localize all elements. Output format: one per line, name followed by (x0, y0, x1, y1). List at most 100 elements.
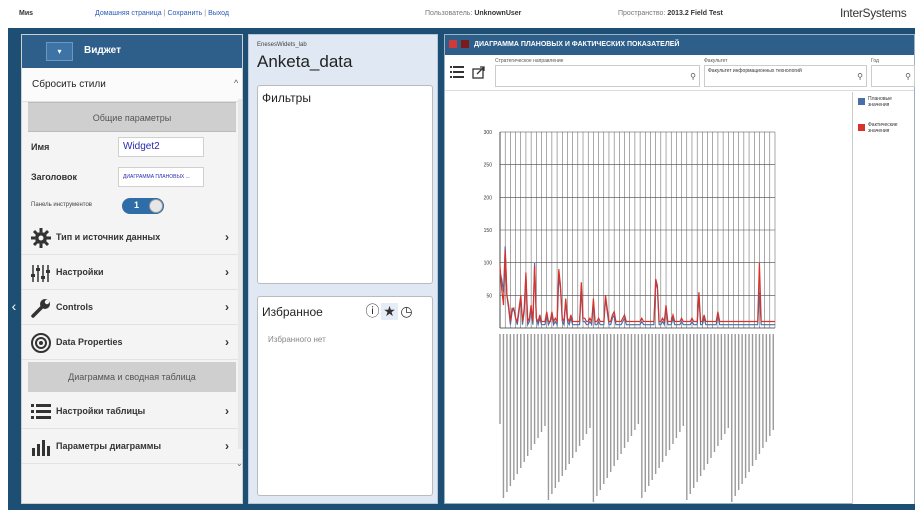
favorites-empty-text: Избранного нет (268, 335, 326, 344)
legend-item[interactable]: Фактические значения (853, 122, 914, 144)
filter-year: Год ⚲ (871, 58, 915, 87)
wrench-icon (31, 299, 50, 318)
x-tick-label (506, 334, 508, 492)
legend-swatch (858, 124, 865, 131)
save-link[interactable]: Сохранить (167, 10, 202, 17)
filter-input[interactable]: ⚲ (495, 65, 700, 87)
x-tick-label (499, 334, 501, 424)
general-section-header: Общие параметры (28, 102, 236, 132)
chart-widget: ДИАГРАММА ПЛАНОВЫХ И ФАКТИЧЕСКИХ ПОКАЗАТ… (444, 34, 915, 504)
data-source-name: Anketa_data (257, 52, 353, 71)
filters-box[interactable]: Фильтры (257, 85, 433, 284)
x-tick-label (520, 334, 522, 468)
x-tick-label (613, 334, 615, 466)
caret-down-icon[interactable]: ⌄ (236, 459, 242, 468)
filter-input[interactable]: Факультет информационных технологий ⚲ (704, 65, 867, 87)
x-tick-label (713, 334, 716, 452)
header-input[interactable]: ДИАГРАММА ПЛАНОВЫХ ... (118, 167, 204, 187)
widget-panel-header: ▾ Виджет (22, 35, 242, 68)
name-input[interactable]: Widget2 (118, 137, 204, 157)
star-icon[interactable]: ★ (381, 303, 398, 320)
x-tick-label (717, 334, 719, 446)
search-icon[interactable]: ⚲ (690, 72, 696, 81)
list-icon (31, 404, 51, 419)
x-tick-label (675, 334, 678, 438)
sliders-icon (31, 265, 50, 282)
menu-item-settings[interactable]: Настройки › (22, 255, 242, 290)
menu-item-data-source[interactable]: Тип и источник данных › (22, 220, 242, 255)
x-tick-label (634, 334, 636, 430)
x-tick-label (765, 334, 768, 442)
x-tick-label (526, 334, 529, 456)
x-tick-label (603, 334, 605, 484)
menu-item-data-properties[interactable]: Data Properties › (22, 325, 242, 360)
legend-label: Фактические значения (868, 122, 898, 134)
search-icon[interactable]: ⚲ (857, 72, 863, 81)
x-tick-label (696, 334, 698, 482)
chevron-right-icon: › (225, 335, 229, 349)
info-icon[interactable]: ⓘ (364, 301, 381, 321)
y-tick-label: 50 (486, 293, 492, 299)
legend-item[interactable]: Плановые значения (853, 96, 914, 118)
close-icon[interactable] (449, 40, 457, 48)
x-tick-label (706, 334, 709, 464)
y-tick-label: 300 (484, 130, 493, 136)
x-tick-label (731, 334, 733, 502)
top-links: Домашняя страница | Сохранить | Выход (95, 10, 230, 17)
x-tick-label (578, 334, 581, 446)
menu-item-chart-params[interactable]: Параметры диаграммы › (22, 429, 242, 464)
legend-swatch (858, 98, 865, 105)
top-bar: Mиs Домашняя страница | Сохранить | Выход По… (0, 0, 915, 28)
export-icon[interactable] (472, 65, 486, 79)
data-source-panel: EnesesWidets_lab Anketa_data Фильтры Изб… (248, 34, 438, 504)
x-tick-label (668, 334, 671, 450)
list-icon[interactable] (450, 65, 464, 79)
x-tick-label (727, 334, 730, 428)
intersystems-logo: InterSystems (840, 6, 907, 20)
bar-chart-icon (32, 440, 50, 456)
gear-icon (31, 228, 51, 248)
filter-input[interactable]: ⚲ (871, 65, 915, 87)
reset-styles-row[interactable]: Сбросить стили ^ (22, 68, 242, 102)
x-tick-label (575, 334, 577, 452)
x-tick-label (644, 334, 646, 492)
menu-item-controls[interactable]: Controls › (22, 290, 242, 325)
x-tick-label (516, 334, 518, 474)
x-tick-label (751, 334, 754, 466)
caret-up-icon[interactable]: ^ (234, 78, 238, 88)
x-tick-label (748, 334, 750, 472)
menu-item-label: Настройки (56, 267, 104, 277)
filter-faculty: Факультет Факультет информационных техно… (704, 58, 867, 87)
home-link[interactable]: Домашняя страница (95, 10, 162, 17)
widget-panel-scrollbar[interactable] (238, 99, 242, 449)
frame-bottom (8, 504, 915, 510)
x-tick-label (651, 334, 653, 480)
collapse-left-icon[interactable]: ‹ (8, 298, 20, 314)
namespace-name: 2013.2 Field Test (667, 10, 723, 17)
maximize-icon[interactable] (461, 40, 469, 48)
menu-item-table-settings[interactable]: Настройки таблицы › (22, 394, 242, 429)
y-tick-label: 100 (484, 261, 493, 267)
namespace-info: Пространство: 2013.2 Field Test (618, 10, 723, 17)
x-tick-label (509, 334, 512, 486)
toolbar-toggle[interactable]: 1 (122, 198, 164, 214)
chevron-right-icon: › (225, 300, 229, 314)
widget-dropdown-button[interactable]: ▾ (46, 42, 73, 61)
x-tick-label (513, 334, 515, 480)
y-tick-label: 150 (484, 228, 493, 234)
search-icon[interactable]: ⚲ (905, 72, 911, 81)
x-tick-label (658, 334, 660, 468)
logout-link[interactable]: Выход (208, 10, 229, 17)
chart-section-header: Диаграмма и сводная таблица (28, 362, 236, 392)
widget-panel: ▾ Виджет Сбросить стили ^ Общие параметр… (21, 34, 243, 504)
x-tick-label (724, 334, 726, 434)
x-tick-label (558, 334, 560, 482)
x-tick-label (699, 334, 702, 476)
x-tick-label (599, 334, 602, 490)
clock-icon[interactable]: ◷ (398, 303, 415, 320)
header-field-row: Заголовок ДИАГРАММА ПЛАНОВЫХ ... (22, 162, 242, 192)
chevron-right-icon: › (225, 404, 229, 418)
x-tick-label (606, 334, 608, 478)
x-tick-label (703, 334, 705, 470)
favorites-box: Избранное ⓘ ★ ◷ Избранного нет (257, 296, 433, 496)
